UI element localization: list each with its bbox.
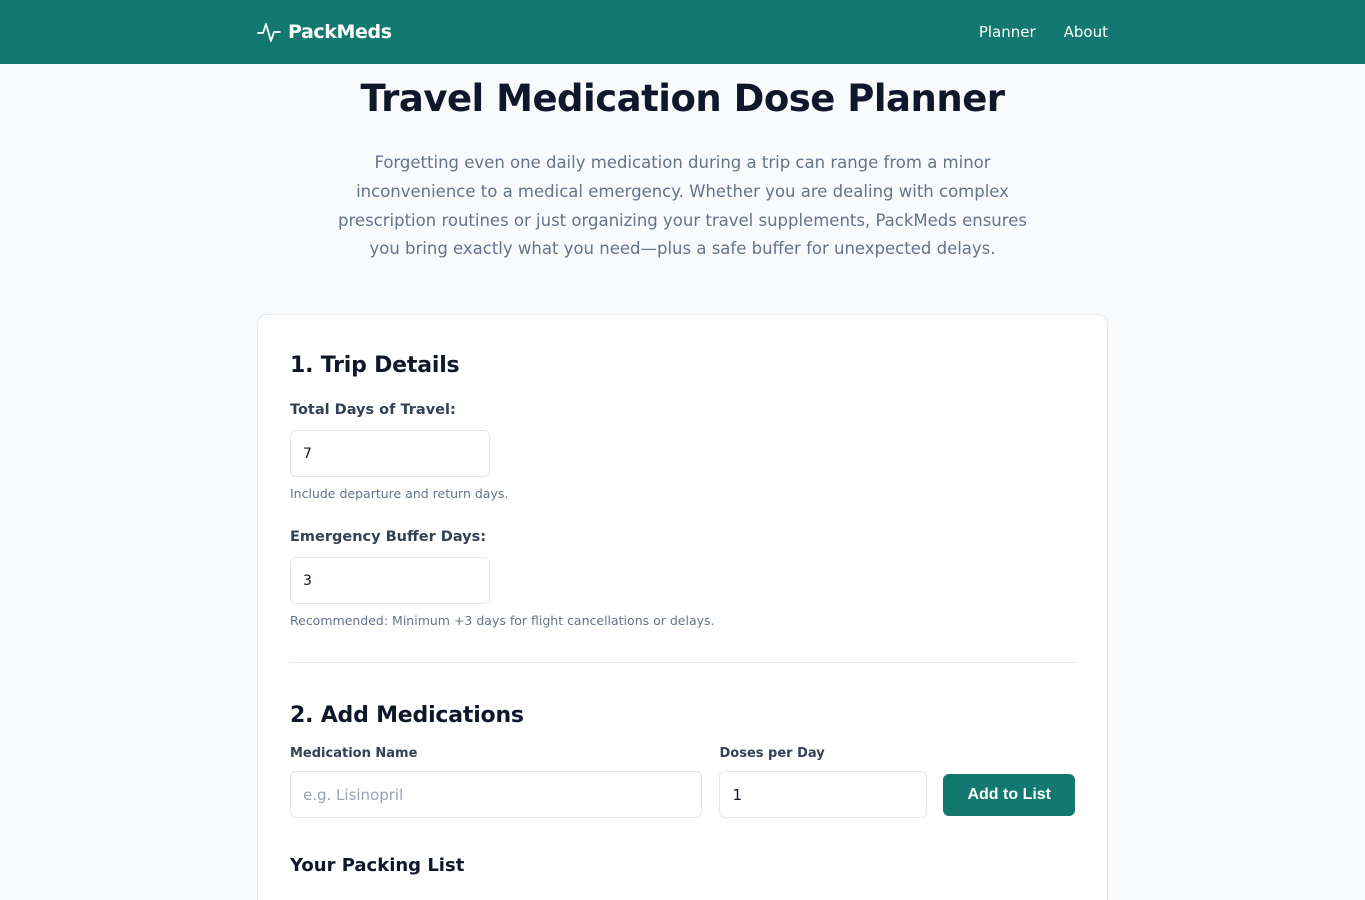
medication-name-label: Medication Name [290, 746, 418, 762]
medication-name-input[interactable] [290, 771, 703, 819]
hero-section: Travel Medication Dose Planner Forgettin… [0, 76, 1365, 264]
medication-name-field: Medication Name [290, 745, 703, 819]
doses-per-day-label: Doses per Day [719, 746, 825, 762]
brand-name: PackMeds [288, 21, 392, 43]
intro-text: Forgetting even one daily medication dur… [338, 153, 1027, 259]
trip-details-heading: 1. Trip Details [290, 353, 460, 379]
brand-logo[interactable]: PackMeds [257, 20, 392, 44]
section-divider [290, 662, 1075, 664]
buffer-days-label: Emergency Buffer Days: [290, 529, 487, 546]
main-nav: Planner About [951, 23, 1108, 41]
buffer-days-hint: Recommended: Minimum +3 days for flight … [290, 613, 715, 629]
add-medications-heading: 2. Add Medications [290, 703, 524, 729]
doses-per-day-input[interactable] [719, 771, 928, 819]
travel-days-label: Total Days of Travel: [290, 402, 456, 419]
navbar-inner: PackMeds Planner About [257, 0, 1108, 64]
doses-per-day-field: Doses per Day [719, 745, 928, 819]
pulse-icon [257, 23, 281, 42]
travel-days-input[interactable] [290, 430, 490, 478]
travel-days-hint: Include departure and return days. [290, 486, 509, 502]
add-medication-form: Medication Name Doses per Day Add to Lis… [290, 745, 1075, 819]
planner-card: 1. Trip Details Total Days of Travel: In… [257, 314, 1108, 900]
nav-link-about[interactable]: About [1064, 23, 1108, 41]
page-title: Travel Medication Dose Planner [360, 77, 1005, 120]
add-to-list-button[interactable]: Add to List [943, 774, 1075, 817]
buffer-days-input[interactable] [290, 557, 490, 605]
packing-list-heading: Your Packing List [290, 855, 465, 877]
nav-link-planner[interactable]: Planner [979, 23, 1036, 41]
top-navbar: PackMeds Planner About [0, 0, 1365, 64]
